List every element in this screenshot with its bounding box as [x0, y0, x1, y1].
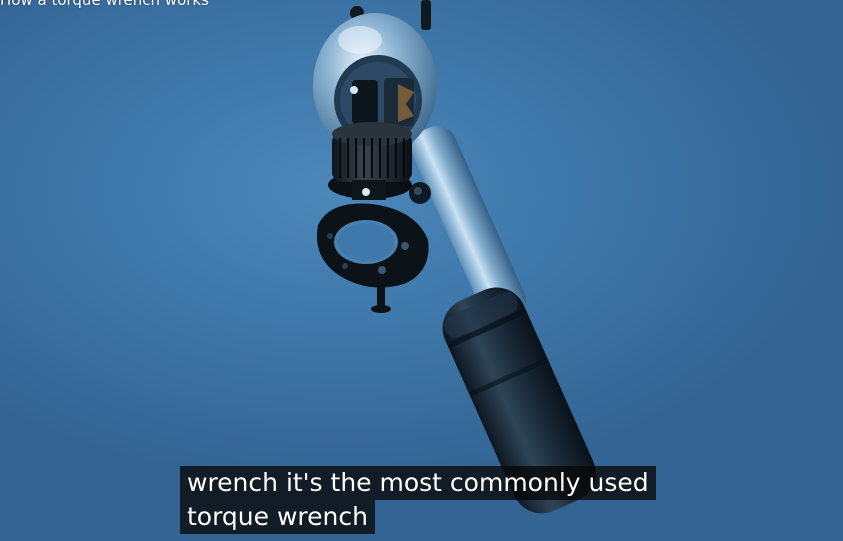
lower-pin [377, 278, 385, 308]
retaining-plate [316, 203, 429, 288]
video-title[interactable]: How a torque wrench works [0, 0, 209, 9]
ratchet-knob [328, 122, 412, 200]
caption-window: wrench it's the most commonly used torqu… [180, 466, 656, 534]
video-player[interactable]: How a torque wrench works wrench it's th… [0, 0, 843, 541]
torque-wrench-render [313, 0, 596, 514]
caption-line-2: torque wrench [180, 500, 375, 534]
top-pin [421, 0, 431, 30]
caption-line-1: wrench it's the most commonly used [180, 466, 656, 500]
